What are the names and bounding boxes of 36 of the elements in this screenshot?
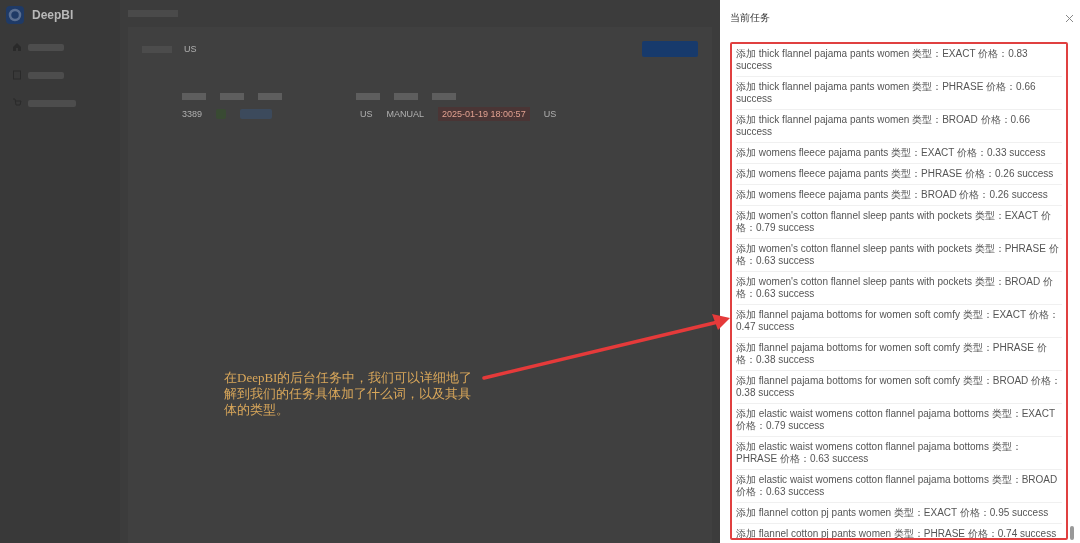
task-log-row: 添加 flannel pajama bottoms for women soft comfy 类型：EXACT 价格：0.47 success bbox=[736, 305, 1062, 338]
annotation-text: 在DeepBI的后台任务中，我们可以详细地了解到我们的任务具体加了什么词，以及其具体的类型。 bbox=[224, 370, 474, 418]
task-log-row: 添加 womens fleece pajama pants 类型：EXACT 价格：0.33 success bbox=[736, 143, 1062, 164]
task-log-row: 添加 thick flannel pajama pants women 类型：EXACT 价格：0.83 success bbox=[736, 44, 1062, 77]
task-log-row: 添加 flannel cotton pj pants women 类型：EXACT 价格：0.95 success bbox=[736, 503, 1062, 524]
logo-icon bbox=[6, 6, 24, 24]
task-log-row: 添加 elastic waist womens cotton flannel pajama bottoms 类型：BROAD 价格：0.63 success bbox=[736, 470, 1062, 503]
blurred-label bbox=[220, 92, 244, 100]
scrollbar-thumb[interactable] bbox=[1070, 526, 1074, 540]
task-log-row: 添加 elastic waist womens cotton flannel pajama bottoms 类型：EXACT 价格：0.79 success bbox=[736, 404, 1062, 437]
search-button[interactable] bbox=[642, 41, 698, 57]
task-log-row: 添加 womens fleece pajama pants 类型：PHRASE 价格：0.26 success bbox=[736, 164, 1062, 185]
task-log-row: 添加 women's cotton flannel sleep pants with pockets 类型：BROAD 价格：0.63 success bbox=[736, 272, 1062, 305]
task-log-row: 添加 thick flannel pajama pants women 类型：BROAD 价格：0.66 success bbox=[736, 110, 1062, 143]
table-cell: MANUAL bbox=[386, 109, 425, 119]
task-log-row: 添加 women's cotton flannel sleep pants with pockets 类型：EXACT 价格：0.79 success bbox=[736, 206, 1062, 239]
table-cell: US bbox=[360, 109, 373, 119]
task-log-row: 添加 thick flannel pajama pants women 类型：PHRASE 价格：0.66 success bbox=[736, 77, 1062, 110]
time-tag: 2025-01-19 18:00:57 bbox=[438, 107, 530, 121]
blurred-label bbox=[394, 92, 418, 100]
filter-value: US bbox=[184, 44, 197, 54]
blurred-label bbox=[182, 92, 206, 100]
task-log-row: 添加 flannel pajama bottoms for women soft comfy 类型：BROAD 价格：0.38 success bbox=[736, 371, 1062, 404]
blurred-label bbox=[258, 92, 282, 100]
task-log-row: 添加 flannel pajama bottoms for women soft comfy 类型：PHRASE 价格：0.38 success bbox=[736, 338, 1062, 371]
blurred-label bbox=[356, 92, 380, 100]
task-log-row: 添加 women's cotton flannel sleep pants with pockets 类型：PHRASE 价格：0.63 success bbox=[736, 239, 1062, 272]
task-log-row: 添加 elastic waist womens cotton flannel pajama bottoms 类型：PHRASE 价格：0.63 success bbox=[736, 437, 1062, 470]
table-cell: 3389 bbox=[182, 109, 203, 119]
table-cell: US bbox=[543, 109, 557, 119]
logo-text: DeepBI bbox=[32, 8, 74, 22]
close-icon[interactable] bbox=[1065, 13, 1074, 23]
blurred-label bbox=[432, 92, 456, 100]
task-log-row: 添加 womens fleece pajama pants 类型：BROAD 价格：0.26 success bbox=[736, 185, 1062, 206]
drawer-title: 当前任务 bbox=[730, 11, 770, 25]
type-tag bbox=[240, 109, 273, 119]
